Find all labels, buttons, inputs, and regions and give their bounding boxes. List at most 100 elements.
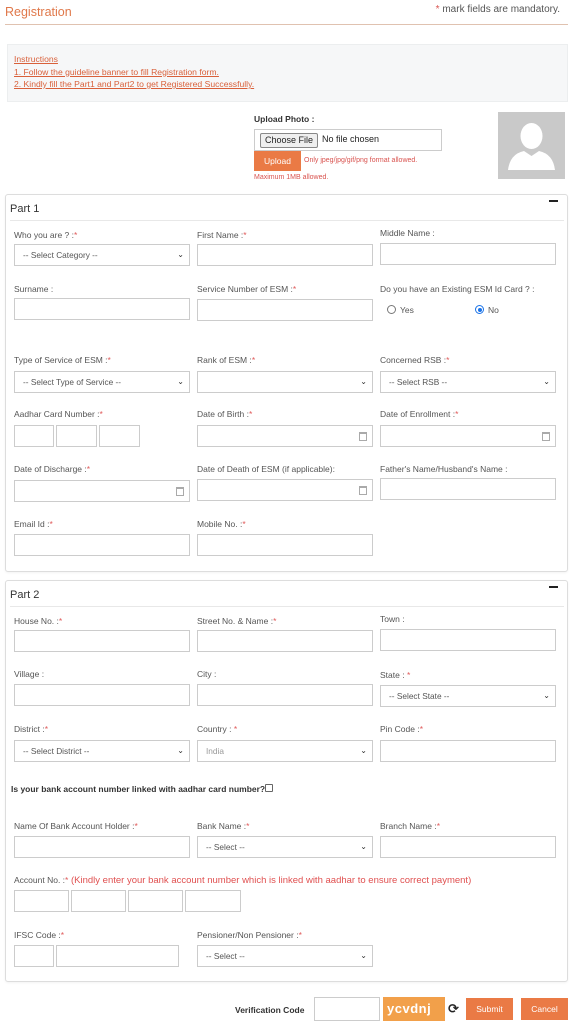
holder-input[interactable] xyxy=(14,836,190,858)
town-label: Town : xyxy=(380,614,405,624)
city-label: City : xyxy=(197,669,217,679)
radio-yes-label: Yes xyxy=(400,305,414,315)
house-input[interactable] xyxy=(14,630,190,652)
aadhar-input-2[interactable] xyxy=(56,425,97,447)
mobile-input[interactable] xyxy=(197,534,373,556)
bank-linked-checkbox[interactable] xyxy=(265,784,273,792)
chevron-down-icon: ⌄ xyxy=(177,250,184,259)
file-status: No file chosen xyxy=(322,134,380,144)
account-note: (Kindly enter your bank account number w… xyxy=(68,875,472,886)
pin-input[interactable] xyxy=(380,740,556,762)
calendar-icon[interactable] xyxy=(542,432,550,441)
rsb-select[interactable]: -- Select RSB -- ⌄ xyxy=(380,371,556,393)
middle-name-label: Middle Name : xyxy=(380,228,435,238)
doe-input[interactable] xyxy=(380,425,556,447)
chevron-down-icon: ⌄ xyxy=(360,377,367,386)
radio-yes[interactable] xyxy=(387,305,396,314)
who-you-are-label: Who you are ? :* xyxy=(14,230,78,240)
calendar-icon[interactable] xyxy=(176,487,184,496)
ifsc-input-2[interactable] xyxy=(56,945,179,967)
bank-name-label: Bank Name :* xyxy=(197,821,250,831)
district-select[interactable]: -- Select District -- ⌄ xyxy=(14,740,190,762)
choose-file-button[interactable]: Choose File xyxy=(260,133,318,148)
discharge-label: Date of Discharge :* xyxy=(14,464,91,474)
ifsc-input-1[interactable] xyxy=(14,945,54,967)
part1-title: Part 1 xyxy=(10,203,40,215)
surname-input[interactable] xyxy=(14,298,190,320)
verification-input[interactable] xyxy=(314,997,380,1021)
discharge-input[interactable] xyxy=(14,480,190,502)
rank-select[interactable]: ⌄ xyxy=(197,371,373,393)
account-input-2[interactable] xyxy=(71,890,126,912)
type-of-service-select[interactable]: -- Select Type of Service -- ⌄ xyxy=(14,371,190,393)
submit-button[interactable]: Submit xyxy=(466,998,513,1020)
collapse-icon[interactable] xyxy=(549,200,558,202)
chevron-down-icon: ⌄ xyxy=(360,842,367,851)
bank-name-select[interactable]: -- Select -- ⌄ xyxy=(197,836,373,858)
instruction-item[interactable]: 1. Follow the guideline banner to fill R… xyxy=(14,66,567,79)
pensioner-select[interactable]: -- Select -- ⌄ xyxy=(197,945,373,967)
death-date-input[interactable] xyxy=(197,479,373,501)
first-name-input[interactable] xyxy=(197,244,373,266)
pin-label: Pin Code :* xyxy=(380,724,424,734)
instruction-item[interactable]: 2. Kindly fill the Part1 and Part2 to ge… xyxy=(14,78,567,91)
branch-input[interactable] xyxy=(380,836,556,858)
category-select[interactable]: -- Select Category -- ⌄ xyxy=(14,244,190,266)
dob-label: Date of Birth :* xyxy=(197,409,253,419)
country-select[interactable]: India ⌄ xyxy=(197,740,373,762)
doe-label: Date of Enrollment :* xyxy=(380,409,459,419)
radio-no[interactable] xyxy=(475,305,484,314)
middle-name-input[interactable] xyxy=(380,243,556,265)
file-input[interactable]: Choose File No file chosen xyxy=(254,129,442,151)
street-input[interactable] xyxy=(197,630,373,652)
upload-photo-label: Upload Photo : xyxy=(254,114,315,124)
aadhar-input-1[interactable] xyxy=(14,425,54,447)
calendar-icon[interactable] xyxy=(359,432,367,441)
rank-label: Rank of ESM :* xyxy=(197,355,256,365)
holder-label: Name Of Bank Account Holder :* xyxy=(14,821,138,831)
user-silhouette-icon xyxy=(508,123,555,170)
state-select[interactable]: -- Select State -- ⌄ xyxy=(380,685,556,707)
city-input[interactable] xyxy=(197,684,373,706)
chevron-down-icon: ⌄ xyxy=(177,746,184,755)
format-note: Only jpeg/jpg/gif/png format allowed. xyxy=(304,157,418,164)
aadhar-label: Aadhar Card Number :* xyxy=(14,409,103,419)
service-number-input[interactable] xyxy=(197,299,373,321)
upload-button[interactable]: Upload xyxy=(254,151,301,171)
part2-panel: Part 2 House No. :* Street No. & Name :*… xyxy=(5,580,568,982)
account-input-1[interactable] xyxy=(14,890,69,912)
chevron-down-icon: ⌄ xyxy=(177,377,184,386)
instructions-box: Instructions 1. Follow the guideline ban… xyxy=(7,44,568,102)
instructions-heading[interactable]: Instructions xyxy=(14,53,567,66)
service-number-label: Service Number of ESM :* xyxy=(197,284,297,294)
account-input-3[interactable] xyxy=(128,890,183,912)
collapse-icon[interactable] xyxy=(549,586,558,588)
chevron-down-icon: ⌄ xyxy=(360,951,367,960)
village-input[interactable] xyxy=(14,684,190,706)
town-input[interactable] xyxy=(380,629,556,651)
district-label: District :* xyxy=(14,724,49,734)
page-title: Registration xyxy=(5,5,72,19)
page-header: Registration * mark fields are mandatory… xyxy=(5,0,568,25)
mandatory-note: * mark fields are mandatory. xyxy=(435,4,560,15)
chevron-down-icon: ⌄ xyxy=(360,746,367,755)
account-label: Account No. :* (Kindly enter your bank a… xyxy=(14,875,472,886)
father-name-input[interactable] xyxy=(380,478,556,500)
account-input-4[interactable] xyxy=(185,890,241,912)
part1-panel: Part 1 Who you are ? :* -- Select Catego… xyxy=(5,194,568,572)
type-of-service-label: Type of Service of ESM :* xyxy=(14,355,111,365)
part2-title: Part 2 xyxy=(10,589,40,601)
calendar-icon[interactable] xyxy=(359,486,367,495)
email-input[interactable] xyxy=(14,534,190,556)
death-date-label: Date of Death of ESM (if applicable): xyxy=(197,464,335,474)
branch-label: Branch Name :* xyxy=(380,821,441,831)
existing-id-label: Do you have an Existing ESM Id Card ? : xyxy=(380,284,535,294)
refresh-icon[interactable]: ⟳ xyxy=(448,1001,459,1017)
chevron-down-icon: ⌄ xyxy=(543,377,550,386)
cancel-button[interactable]: Cancel xyxy=(521,998,568,1020)
bank-linked-question: Is your bank account number linked with … xyxy=(11,784,266,794)
dob-input[interactable] xyxy=(197,425,373,447)
aadhar-input-3[interactable] xyxy=(99,425,140,447)
village-label: Village : xyxy=(14,669,45,679)
ifsc-label: IFSC Code :* xyxy=(14,930,65,940)
